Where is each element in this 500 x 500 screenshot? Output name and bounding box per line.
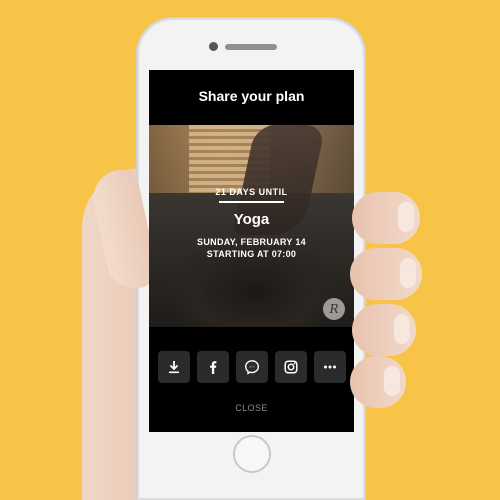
messenger-share-button[interactable] [236, 351, 268, 383]
fingernail [384, 366, 400, 396]
finger-index [352, 192, 420, 244]
countdown-underline [219, 201, 284, 203]
countdown-label: 21 DAYS UNTIL [215, 187, 288, 197]
scene: Share your plan 21 DAYS UNTIL Yoga SUNDA… [0, 0, 500, 500]
earpiece-speaker [225, 44, 277, 50]
download-button[interactable] [158, 351, 190, 383]
share-options [158, 351, 346, 385]
instagram-share-button[interactable] [275, 351, 307, 383]
instagram-icon [284, 360, 298, 374]
page-title: Share your plan [198, 88, 305, 104]
front-camera [209, 42, 218, 51]
fingernail [398, 202, 414, 232]
share-preview-card: 21 DAYS UNTIL Yoga SUNDAY, FEBRUARY 14 S… [149, 125, 354, 327]
phone-screen: Share your plan 21 DAYS UNTIL Yoga SUNDA… [149, 70, 354, 432]
close-button[interactable]: CLOSE [149, 403, 354, 413]
fingernail [400, 258, 416, 288]
plan-date: SUNDAY, FEBRUARY 14 [197, 237, 306, 247]
finger-middle [350, 248, 422, 300]
brand-logo-icon: R [323, 298, 345, 320]
facebook-share-button[interactable] [197, 351, 229, 383]
plan-time: STARTING AT 07:00 [206, 249, 297, 259]
activity-title: Yoga [233, 211, 270, 228]
messenger-icon [244, 360, 260, 375]
fingernail [394, 314, 410, 344]
more-options-button[interactable] [314, 351, 346, 383]
more-icon [324, 365, 336, 369]
facebook-icon [210, 361, 217, 374]
finger-pinky [350, 356, 406, 408]
home-button[interactable] [233, 435, 271, 473]
preview-overlay: 21 DAYS UNTIL Yoga SUNDAY, FEBRUARY 14 S… [149, 125, 354, 327]
download-icon [169, 361, 179, 374]
finger-ring [352, 304, 416, 356]
